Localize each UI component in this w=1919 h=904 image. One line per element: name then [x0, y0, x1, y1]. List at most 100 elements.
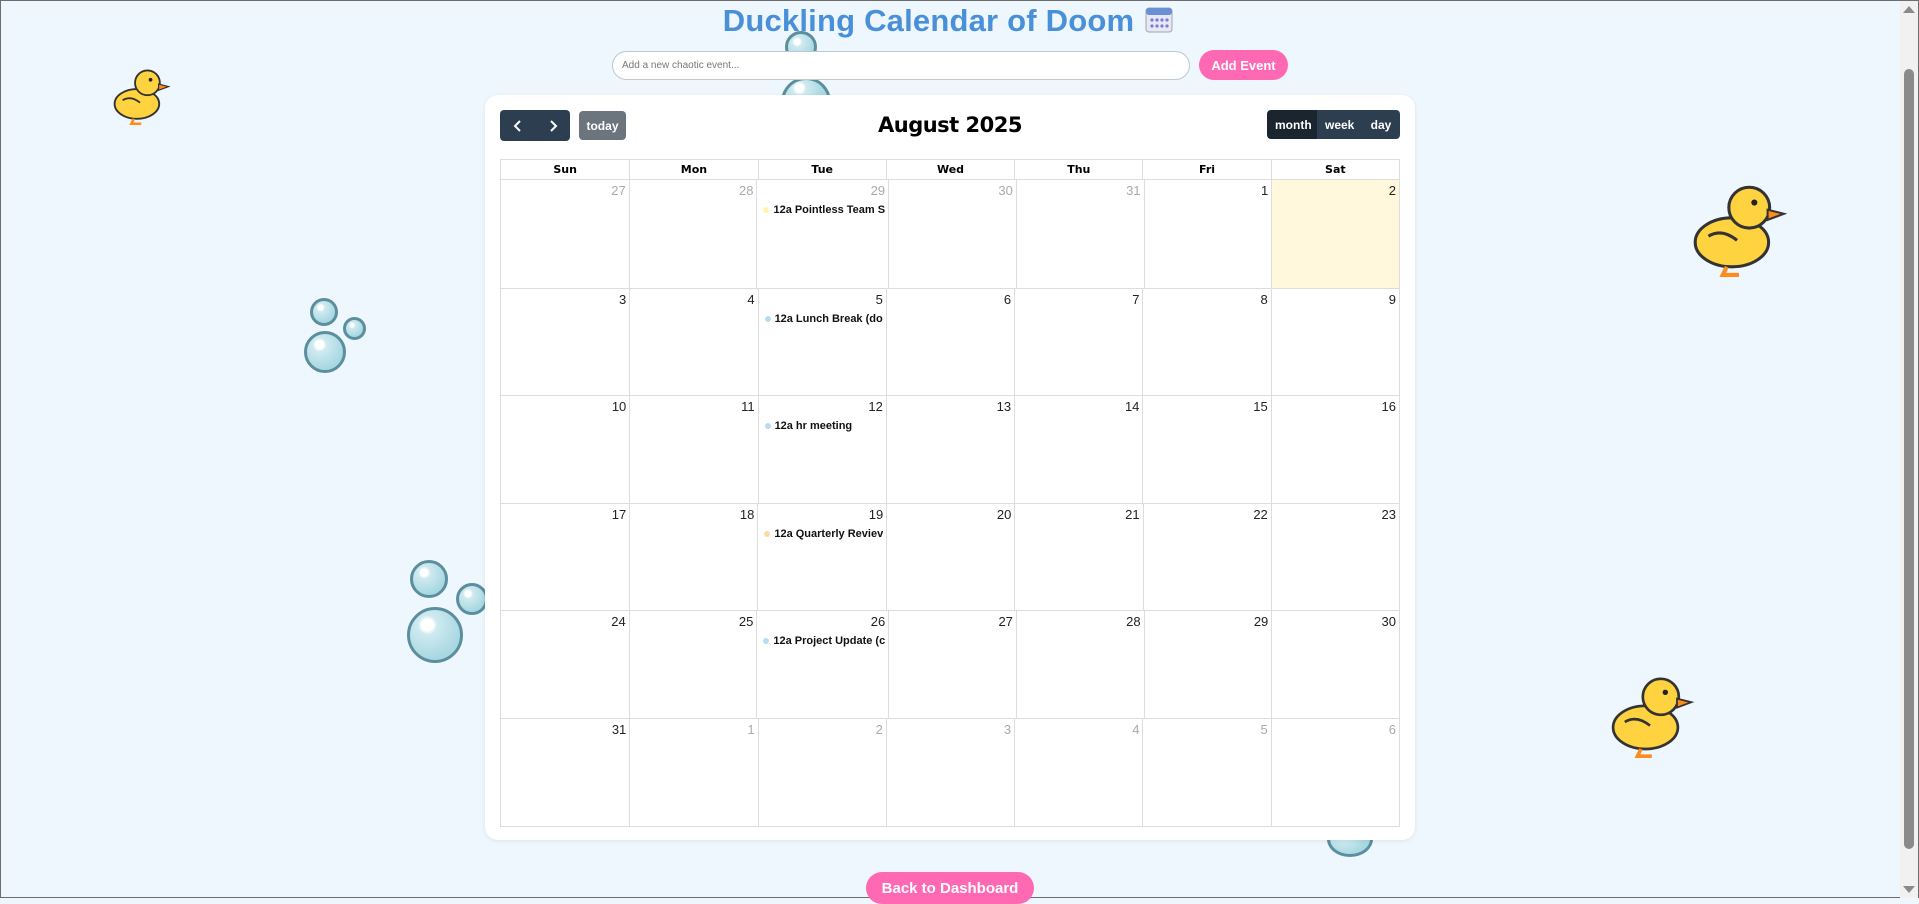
- calendar-event[interactable]: 12a Project Update (c: [763, 635, 885, 647]
- day-number[interactable]: 17: [501, 507, 626, 522]
- day-cell[interactable]: 8: [1142, 288, 1270, 396]
- day-cell[interactable]: 15: [1142, 396, 1270, 503]
- day-cell[interactable]: 3: [885, 718, 1014, 826]
- day-cell[interactable]: 13: [885, 396, 1014, 503]
- day-cell[interactable]: 29 12a Pointless Team S: [756, 180, 888, 288]
- day-cell[interactable]: 9: [1270, 288, 1399, 396]
- day-cell[interactable]: 18: [629, 503, 757, 611]
- day-cell[interactable]: 28: [1015, 611, 1144, 718]
- day-number[interactable]: 1: [630, 722, 754, 737]
- day-cell[interactable]: 5 12a Lunch Break (do: [757, 288, 886, 396]
- day-cell[interactable]: 5: [1142, 718, 1270, 826]
- page-scrollbar[interactable]: [1900, 1, 1918, 898]
- day-cell[interactable]: 4: [629, 288, 757, 396]
- day-cell[interactable]: 6: [1270, 718, 1399, 826]
- day-number[interactable]: 27: [501, 183, 625, 198]
- day-number[interactable]: 3: [501, 292, 626, 307]
- day-number[interactable]: 3: [887, 722, 1011, 737]
- day-cell[interactable]: 19 12a Quarterly Reviev: [757, 503, 886, 611]
- day-cell[interactable]: 27: [888, 611, 1016, 718]
- day-number[interactable]: 27: [889, 614, 1012, 629]
- prev-month-button[interactable]: [500, 110, 535, 141]
- day-cell[interactable]: 22: [1142, 503, 1271, 611]
- day-number[interactable]: 19: [758, 507, 883, 522]
- add-event-button[interactable]: Add Event: [1199, 50, 1288, 80]
- day-cell[interactable]: 14: [1014, 396, 1142, 503]
- day-number[interactable]: 30: [889, 183, 1012, 198]
- day-cell[interactable]: 7: [1014, 288, 1142, 396]
- day-cell[interactable]: 16: [1270, 396, 1399, 503]
- today-button[interactable]: today: [579, 111, 626, 140]
- day-number[interactable]: 24: [501, 614, 625, 629]
- day-number[interactable]: 28: [1017, 614, 1140, 629]
- day-cell[interactable]: 20: [886, 503, 1014, 611]
- day-cell[interactable]: 31: [501, 719, 629, 826]
- day-number[interactable]: 21: [1015, 507, 1139, 522]
- day-cell[interactable]: 30: [888, 180, 1016, 288]
- day-number[interactable]: 29: [1145, 614, 1268, 629]
- day-number[interactable]: 25: [630, 614, 753, 629]
- day-number[interactable]: 15: [1143, 399, 1267, 414]
- day-cell[interactable]: 25: [628, 611, 757, 718]
- day-number[interactable]: 6: [887, 292, 1011, 307]
- scroll-up-arrow-icon[interactable]: [1903, 6, 1915, 13]
- new-event-input[interactable]: [612, 50, 1190, 80]
- day-cell[interactable]: 3: [501, 289, 629, 396]
- day-number[interactable]: 20: [887, 507, 1011, 522]
- day-number[interactable]: 14: [1015, 399, 1139, 414]
- scroll-down-arrow-icon[interactable]: [1903, 886, 1915, 893]
- day-cell[interactable]: 24: [501, 611, 629, 718]
- view-day-button[interactable]: day: [1362, 110, 1400, 139]
- day-number[interactable]: 6: [1272, 722, 1396, 737]
- day-cell[interactable]: 2: [757, 718, 886, 826]
- day-number[interactable]: 2: [759, 722, 883, 737]
- day-number[interactable]: 5: [1143, 722, 1267, 737]
- day-number[interactable]: 9: [1272, 292, 1396, 307]
- day-number[interactable]: 22: [1144, 507, 1267, 522]
- day-number[interactable]: 31: [501, 722, 626, 737]
- day-number[interactable]: 23: [1272, 507, 1396, 522]
- calendar-event[interactable]: 12a hr meeting: [764, 420, 883, 432]
- day-number[interactable]: 4: [1015, 722, 1139, 737]
- day-cell[interactable]: 6: [885, 288, 1014, 396]
- day-number[interactable]: 11: [630, 399, 755, 414]
- day-number[interactable]: 4: [630, 292, 754, 307]
- day-number[interactable]: 5: [759, 292, 883, 307]
- calendar-event[interactable]: 12a Lunch Break (do: [764, 313, 883, 325]
- day-cell[interactable]: 17: [501, 504, 629, 611]
- day-cell[interactable]: 10: [501, 396, 629, 503]
- day-cell[interactable]: 28: [628, 180, 757, 288]
- day-cell[interactable]: 31: [1015, 180, 1144, 288]
- day-number[interactable]: 1: [1145, 183, 1268, 198]
- day-cell[interactable]: 4: [1014, 718, 1142, 826]
- day-cell[interactable]: 26 12a Project Update (c: [756, 611, 888, 718]
- day-cell[interactable]: 29: [1143, 611, 1272, 718]
- day-number[interactable]: 28: [630, 183, 753, 198]
- next-month-button[interactable]: [535, 110, 570, 141]
- day-cell[interactable]: 11: [629, 396, 757, 503]
- day-number[interactable]: 18: [630, 507, 754, 522]
- day-number[interactable]: 29: [757, 183, 885, 198]
- day-cell[interactable]: 30: [1271, 611, 1399, 718]
- day-cell[interactable]: 1: [1143, 180, 1272, 288]
- day-cell-today[interactable]: 2: [1271, 180, 1399, 288]
- day-number[interactable]: 26: [757, 614, 885, 629]
- calendar-event[interactable]: 12a Quarterly Reviev: [764, 528, 883, 540]
- view-month-button[interactable]: month: [1267, 110, 1317, 139]
- day-number[interactable]: 30: [1272, 614, 1396, 629]
- day-number[interactable]: 10: [501, 399, 626, 414]
- day-number[interactable]: 31: [1017, 183, 1140, 198]
- day-cell[interactable]: 12 12a hr meeting: [757, 396, 886, 503]
- day-cell[interactable]: 1: [629, 718, 757, 826]
- day-cell[interactable]: 23: [1270, 503, 1399, 611]
- day-number[interactable]: 16: [1272, 399, 1396, 414]
- day-cell[interactable]: 21: [1014, 503, 1142, 611]
- scroll-thumb[interactable]: [1904, 69, 1914, 849]
- day-number[interactable]: 13: [887, 399, 1011, 414]
- day-number[interactable]: 8: [1143, 292, 1267, 307]
- day-number[interactable]: 12: [759, 399, 882, 414]
- day-number[interactable]: 2: [1272, 183, 1396, 198]
- calendar-event[interactable]: 12a Pointless Team S: [763, 204, 885, 216]
- day-cell[interactable]: 27: [501, 180, 629, 288]
- day-number[interactable]: 7: [1015, 292, 1139, 307]
